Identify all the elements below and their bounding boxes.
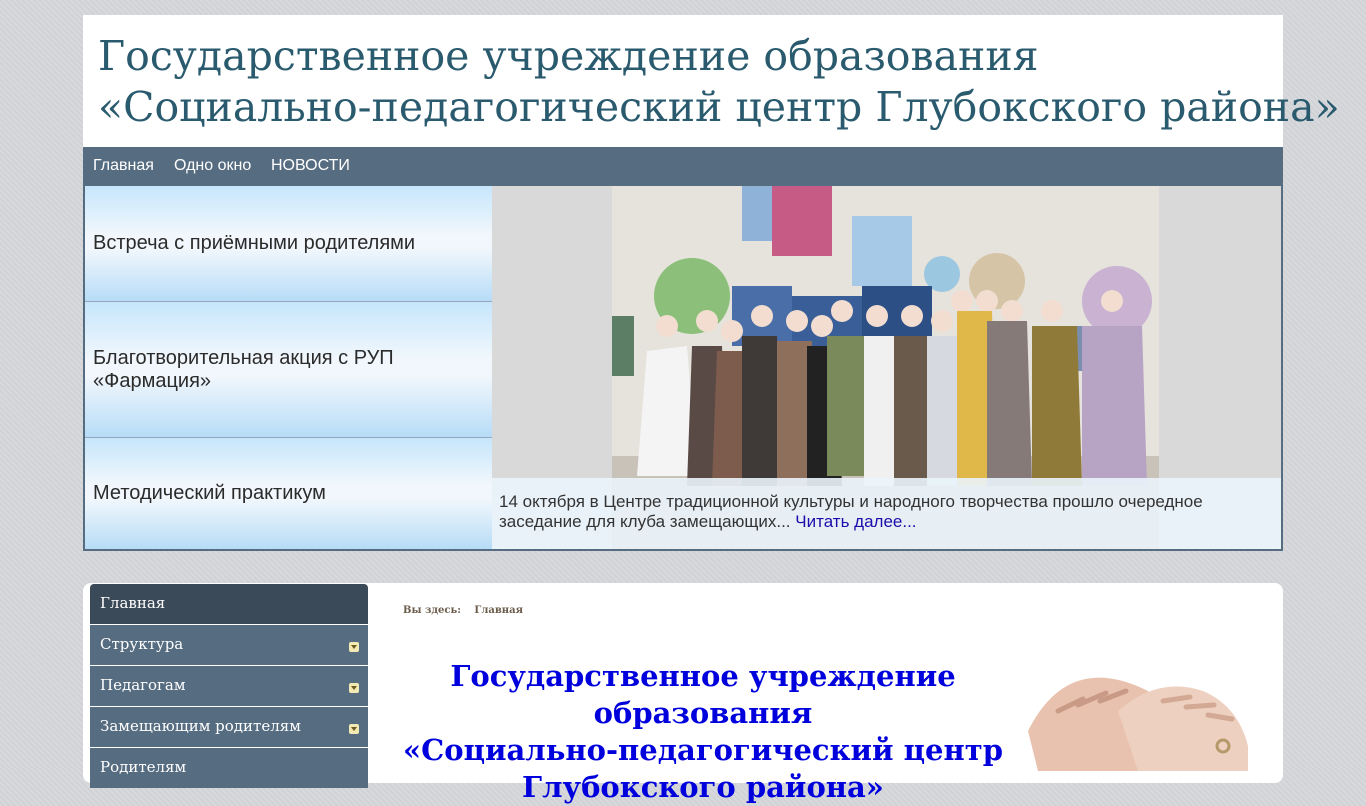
side-menu: Главная Структура Педагогам Замещающим р…	[90, 584, 368, 789]
site-title-line2[interactable]: «Социально-педагогический центр Глубокск…	[98, 82, 1340, 133]
slider-tab-2[interactable]: Благотворительная акция с РУП «Фармация»	[85, 302, 492, 438]
submenu-arrow-icon[interactable]	[349, 724, 359, 734]
breadcrumb-prefix: Вы здесь:	[403, 605, 461, 616]
slider-tab-3[interactable]: Методический практикум	[85, 438, 492, 549]
menu-item-label: Главная	[100, 594, 166, 612]
menu-item-structure[interactable]: Структура	[90, 625, 368, 665]
nav-one-window-link[interactable]: Одно окно	[174, 157, 251, 175]
hands-image	[1018, 671, 1253, 771]
site-header: Государственное учреждение образования «…	[83, 15, 1340, 147]
menu-item-label: Структура	[100, 635, 184, 653]
nav-news-link[interactable]: НОВОСТИ	[271, 157, 350, 175]
breadcrumb: Вы здесь: Главная	[403, 605, 533, 616]
submenu-arrow-icon[interactable]	[349, 642, 359, 652]
slider-tabs: Встреча с приёмными родителями Благотвор…	[85, 186, 492, 549]
menu-item-foster-parents[interactable]: Замещающим родителям	[90, 707, 368, 747]
menu-item-label: Замещающим родителям	[100, 717, 301, 735]
menu-item-parents[interactable]: Родителям	[90, 748, 368, 788]
page-title-line3: Глубокского района»	[522, 770, 884, 804]
slider-tab-1[interactable]: Встреча с приёмными родителями	[85, 186, 492, 302]
menu-item-label: Родителям	[100, 758, 187, 776]
breadcrumb-current: Главная	[474, 605, 523, 616]
news-slider: Встреча с приёмными родителями Благотвор…	[83, 186, 1283, 551]
page-title-line1: Государственное учреждение образования	[450, 659, 956, 730]
page-title-line2: «Социально-педагогический центр	[403, 733, 1003, 767]
page-title: Государственное учреждение образования «…	[393, 658, 1013, 806]
nav-home-link[interactable]: Главная	[93, 157, 154, 175]
site-title-line1[interactable]: Государственное учреждение образования	[98, 31, 1340, 82]
top-nav: Главная Одно окно НОВОСТИ	[83, 147, 1283, 186]
read-more-link[interactable]: Читать далее...	[795, 512, 916, 531]
slider-main: 14 октября в Центре традиционной культур…	[492, 186, 1281, 549]
menu-item-home[interactable]: Главная	[90, 584, 368, 624]
site-title[interactable]: Государственное учреждение образования «…	[98, 31, 1340, 133]
menu-item-teachers[interactable]: Педагогам	[90, 666, 368, 706]
submenu-arrow-icon[interactable]	[349, 683, 359, 693]
menu-item-label: Педагогам	[100, 676, 186, 694]
slider-caption: 14 октября в Центре традиционной культур…	[492, 478, 1281, 549]
content-area: Главная Структура Педагогам Замещающим р…	[83, 583, 1283, 804]
